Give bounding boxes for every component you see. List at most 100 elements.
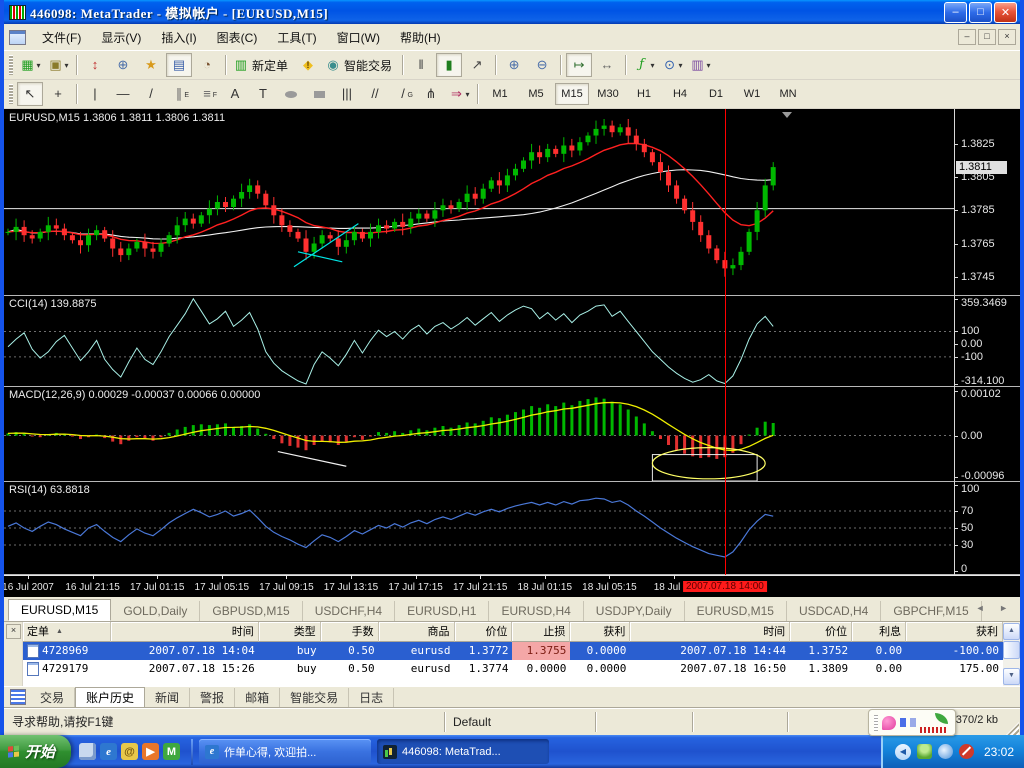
chart-area[interactable]: EURUSD,M15 1.3806 1.3811 1.3806 1.3811 C… <box>4 109 1020 597</box>
offline-phone-tray-icon[interactable] <box>959 744 974 759</box>
market-watch-button[interactable]: ↕ <box>82 53 108 77</box>
column-header-4[interactable]: 商品 <box>379 622 455 642</box>
chart-tab-usdjpy-daily[interactable]: USDJPY,Daily <box>584 601 685 621</box>
ime-floatbar[interactable] <box>868 709 956 736</box>
resize-grip[interactable] <box>1006 722 1019 735</box>
terminal-scrollbar[interactable]: ▲ ▼ <box>1003 622 1020 686</box>
terminal-tab-trade[interactable]: 交易 <box>30 688 75 707</box>
chart-tab-eurusd-h1[interactable]: EURUSD,H1 <box>395 601 489 621</box>
panel-separator[interactable] <box>4 386 1020 387</box>
vline-button[interactable]: | <box>82 82 108 106</box>
chart-tab-usdchf-h4[interactable]: USDCHF,H4 <box>303 601 395 621</box>
chart-candles-button[interactable]: ▮ <box>436 53 462 77</box>
terminal-tab-journal[interactable]: 日志 <box>349 688 394 707</box>
column-header-0[interactable]: 定单▲ <box>23 622 111 642</box>
andrews-pitchfork-button[interactable]: ⋔ <box>418 82 444 106</box>
start-button[interactable]: 开始 <box>0 735 71 768</box>
menu-item-view[interactable]: 显示(V) <box>91 26 151 49</box>
timeframe-mn-button[interactable]: MN <box>771 83 805 105</box>
internet-explorer-icon[interactable]: e <box>100 743 117 760</box>
scroll-thumb[interactable] <box>1003 641 1020 659</box>
scroll-up-icon[interactable]: ▲ <box>1003 623 1020 640</box>
profiles-button[interactable]: ▣▾ <box>45 53 71 77</box>
hide-icons-chevron-icon[interactable]: ◀ <box>895 744 911 760</box>
metaeditor-button[interactable]: ◆! <box>295 53 321 77</box>
navigator-button[interactable]: ★ <box>138 53 164 77</box>
child-restore-button[interactable]: □ <box>978 29 996 45</box>
menu-item-charts[interactable]: 图表(C) <box>207 26 268 49</box>
terminal-tab-account-history[interactable]: 账户历史 <box>75 687 145 708</box>
chart-tab-eurusd-h4[interactable]: EURUSD,H4 <box>489 601 583 621</box>
chart-tabs-scroll-icons[interactable]: ◄ ► <box>976 603 1014 613</box>
cursor-button[interactable]: ↖ <box>17 82 43 106</box>
timeframe-h4-button[interactable]: H4 <box>663 83 697 105</box>
column-header-7[interactable]: 获利 <box>570 622 630 642</box>
equidistant-channel-button[interactable]: ∥E <box>166 82 192 106</box>
chart-tab-eurusd-m15[interactable]: EURUSD,M15 <box>685 601 787 621</box>
column-header-9[interactable]: 价位 <box>790 622 852 642</box>
chart-tab-gbpchf-m15[interactable]: GBPCHF,M15 <box>881 601 981 621</box>
fibonacci-button[interactable]: ≡F <box>194 82 220 106</box>
column-header-1[interactable]: 时间 <box>111 622 259 642</box>
parallel-lines-button[interactable]: // <box>362 82 388 106</box>
strategy-tester-button[interactable]: ◔ <box>194 53 220 77</box>
timeframe-m30-button[interactable]: M30 <box>591 83 625 105</box>
data-window-button[interactable]: ⊕ <box>110 53 136 77</box>
auto-scroll-button[interactable]: ↦ <box>566 53 592 77</box>
cycle-lines-button[interactable]: ||| <box>334 82 360 106</box>
terminal-close-icon[interactable]: × <box>6 624 21 639</box>
messenger-tray-icon[interactable] <box>917 744 932 759</box>
messenger-icon[interactable]: M <box>163 743 180 760</box>
terminal-tab-experts[interactable]: 智能交易 <box>280 688 349 707</box>
restore-button[interactable]: □ <box>969 2 992 23</box>
column-header-2[interactable]: 类型 <box>259 622 321 642</box>
rectangle-button[interactable] <box>306 82 332 106</box>
app-tray-icon[interactable] <box>938 744 953 759</box>
hline-button[interactable]: — <box>110 82 136 106</box>
text-button[interactable]: A <box>222 82 248 106</box>
media-player-icon[interactable]: ▶ <box>142 743 159 760</box>
ime-keyboard-icon[interactable] <box>910 718 916 727</box>
chart-tab-usdcad-h4[interactable]: USDCAD,H4 <box>787 601 881 621</box>
crosshair-button[interactable]: + <box>45 82 71 106</box>
timeframe-h1-button[interactable]: H1 <box>627 83 661 105</box>
chart-tab-gold-daily[interactable]: GOLD,Daily <box>111 601 200 621</box>
menu-item-tools[interactable]: 工具(T) <box>267 26 326 49</box>
ime-mode-icon[interactable] <box>900 718 906 727</box>
templates-button[interactable]: ▥▾ <box>687 53 713 77</box>
new-chart-button[interactable]: ▦▾ <box>17 53 43 77</box>
child-close-button[interactable]: × <box>998 29 1016 45</box>
zoom-out-button[interactable]: ⊖ <box>529 53 555 77</box>
terminal-tab-mailbox[interactable]: 邮箱 <box>235 688 280 707</box>
menu-item-help[interactable]: 帮助(H) <box>390 26 451 49</box>
menu-item-window[interactable]: 窗口(W) <box>327 26 390 49</box>
scroll-down-icon[interactable]: ▼ <box>1003 668 1020 685</box>
timeframe-w1-button[interactable]: W1 <box>735 83 769 105</box>
zoom-in-button[interactable]: ⊕ <box>501 53 527 77</box>
periods-button[interactable]: ⊙▾ <box>659 53 685 77</box>
terminal-tab-alerts[interactable]: 警报 <box>190 688 235 707</box>
trendline-button[interactable]: / <box>138 82 164 106</box>
column-header-5[interactable]: 价位 <box>455 622 513 642</box>
outlook-icon[interactable]: @ <box>121 743 138 760</box>
column-header-3[interactable]: 手数 <box>321 622 379 642</box>
column-header-10[interactable]: 利息 <box>852 622 906 642</box>
chart-shift-button[interactable]: ↔ <box>594 53 620 77</box>
menu-item-file[interactable]: 文件(F) <box>32 26 91 49</box>
column-header-6[interactable]: 止损 <box>512 622 570 642</box>
arrows-button[interactable]: ⇒▾ <box>446 82 472 106</box>
menu-item-insert[interactable]: 插入(I) <box>151 26 206 49</box>
terminal-tab-news[interactable]: 新闻 <box>145 688 190 707</box>
taskbar-button-browser-window[interactable]: e作单心得, 欢迎拍... <box>199 739 371 764</box>
show-desktop-icon[interactable] <box>79 743 96 760</box>
timeframe-m5-button[interactable]: M5 <box>519 83 553 105</box>
panel-separator[interactable] <box>4 295 1020 296</box>
indicators-button[interactable]: ƒ▾ <box>631 53 657 77</box>
taskbar-button-metatrader-window[interactable]: 446098: MetaTrad... <box>377 739 549 764</box>
new-order-button[interactable]: ▥新定单 <box>231 53 293 77</box>
minimize-button[interactable]: ‒ <box>944 2 967 23</box>
column-header-11[interactable]: 获利 <box>906 622 1003 642</box>
chart-tab-gbpusd-m15[interactable]: GBPUSD,M15 <box>200 601 302 621</box>
chart-line-button[interactable]: ↗ <box>464 53 490 77</box>
panel-separator[interactable] <box>4 481 1020 482</box>
